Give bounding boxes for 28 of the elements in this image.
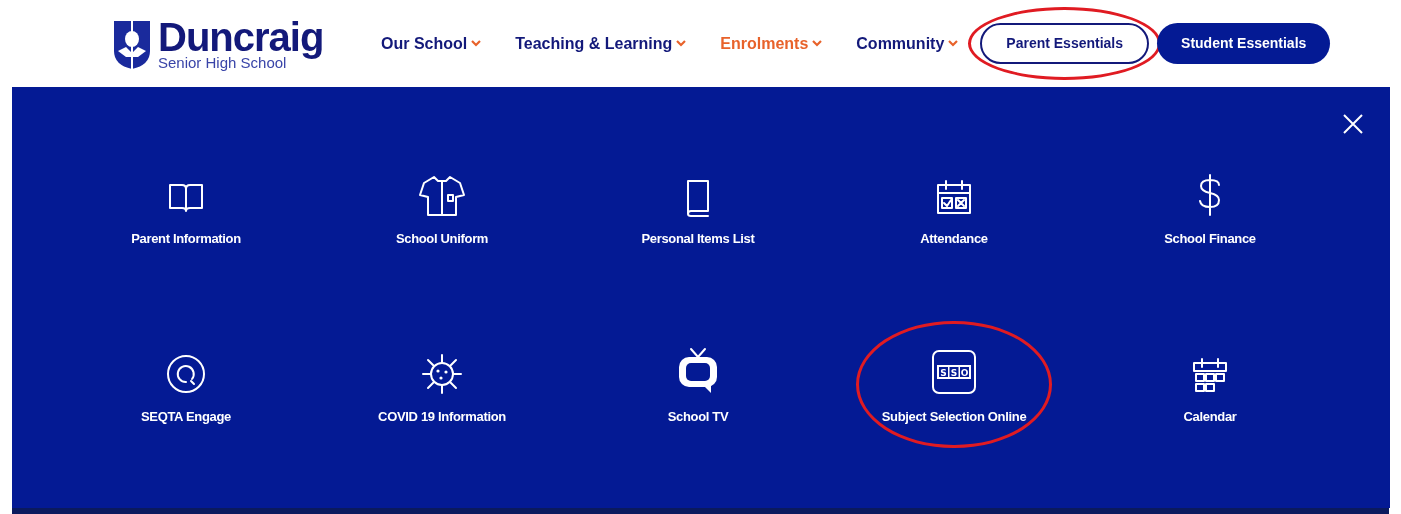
menu-tile[interactable]: School TV xyxy=(667,344,729,426)
essentials-button[interactable]: Parent Essentials xyxy=(980,23,1150,64)
close-icon xyxy=(1342,113,1364,135)
close-button[interactable] xyxy=(1342,113,1364,135)
nav-link[interactable]: Community xyxy=(856,31,959,56)
chevron-icon xyxy=(812,40,823,47)
school-subtitle: Senior High School xyxy=(158,55,287,70)
menu-tile[interactable]: Attendance xyxy=(920,167,988,249)
chevron-icon xyxy=(471,40,482,47)
school-name: Duncraig xyxy=(158,17,324,57)
chevron-icon xyxy=(676,40,687,47)
nav-link[interactable]: Our School xyxy=(381,31,482,56)
sso-badge-icon: S S O xyxy=(931,348,977,395)
menu-tile[interactable]: School Uniform xyxy=(395,167,489,249)
menu-tile[interactable]: COVID 19 Information xyxy=(378,344,506,426)
shirt-icon xyxy=(418,173,466,217)
menu-tile[interactable]: School Finance xyxy=(1164,167,1256,249)
menu-tile[interactable]: Calendar xyxy=(1183,344,1237,426)
nav-link[interactable]: Teaching & Learning xyxy=(515,31,687,56)
essentials-button[interactable]: Student Essentials xyxy=(1157,23,1331,64)
menu-tile[interactable]: SEQTA Engage xyxy=(141,344,231,426)
menu-tile[interactable]: Parent Information xyxy=(131,167,241,249)
calendar-check-icon xyxy=(934,177,974,217)
chat-bubble-icon xyxy=(165,352,207,395)
virus-icon xyxy=(421,352,463,395)
menu-tile[interactable]: Personal Items List xyxy=(641,167,755,249)
chevron-icon xyxy=(948,40,959,47)
menu-tile[interactable]: S S O Subject Selection Online xyxy=(881,344,1027,426)
